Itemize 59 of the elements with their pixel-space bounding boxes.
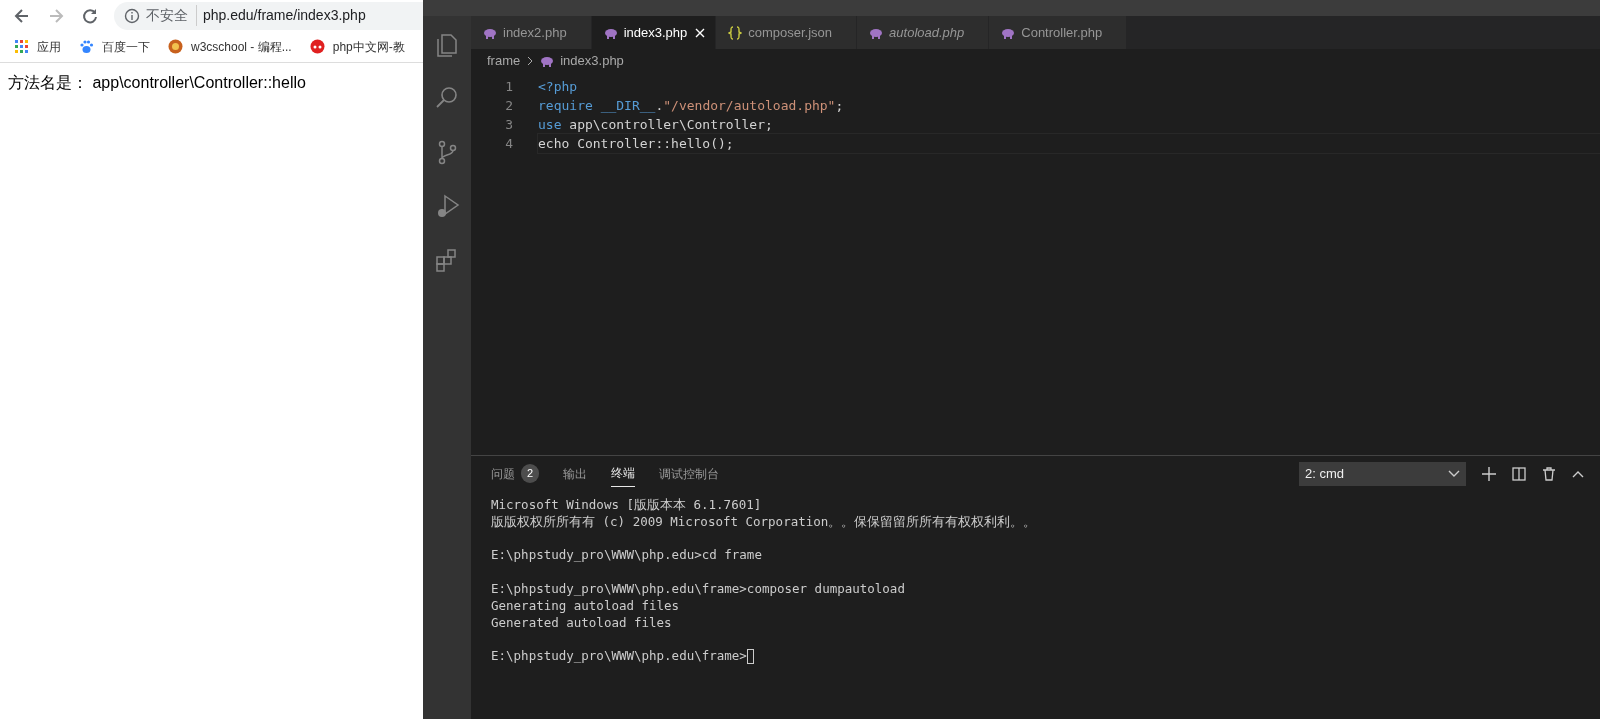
plus-icon[interactable] (1482, 466, 1496, 481)
terminal-line: 版版权权所所有有 (c) 2009 Microsoft Corporation。。保保留留所所有有权权利利。。 (491, 513, 1037, 529)
trash-icon[interactable] (1542, 466, 1556, 481)
terminal-line: Generated autoload files (491, 614, 672, 630)
paw-icon (79, 39, 94, 54)
php-icon (309, 39, 325, 54)
chevron-icon (526, 56, 535, 66)
code-line: use app\controller\Controller; (538, 115, 773, 134)
split-icon[interactable] (1512, 466, 1526, 481)
terminal-line: E:\phpstudy_pro\WWW\php.edu\frame> (491, 648, 747, 664)
editor-tab[interactable]: index3.php (591, 16, 717, 49)
elephant-icon (603, 26, 618, 39)
line-number: 2 (504, 96, 514, 115)
editor-tab[interactable]: index2.php (471, 16, 592, 49)
bookmark[interactable]: w3cschool - 编程... (168, 37, 292, 56)
tab-label: Controller.php (1021, 23, 1103, 42)
terminal-line: Microsoft Windows [版版本本 6.1.7601] (491, 497, 762, 512)
panel-tab[interactable]: 输出 (563, 460, 588, 487)
braces-icon (728, 25, 743, 40)
bookmark[interactable]: 百度一下 (79, 37, 150, 56)
url-text: php.edu/frame/index3.php (203, 6, 366, 25)
terminal-line: E:\phpstudy_pro\WWW\php.edu\frame>composer dumpautoload (491, 581, 905, 596)
terminal-line: E:\phpstudy_pro\WWW\php.edu>cd frame (491, 547, 762, 563)
line-number: 3 (504, 115, 514, 134)
cursor (746, 649, 754, 665)
line-number: 1 (504, 77, 514, 96)
panel-tab[interactable]: 终端 (611, 460, 636, 487)
bookmark[interactable]: php中文网-教 (309, 37, 405, 56)
chevron-down-icon (1448, 469, 1460, 478)
elephant-icon (869, 26, 884, 39)
panel-tab[interactable]: 调试控制台 (659, 460, 720, 487)
breadcrumb-item[interactable]: frame (487, 51, 521, 71)
tab-label: index2.php (503, 23, 567, 42)
editor-tab[interactable]: composer.json (716, 16, 858, 49)
panel-tab[interactable]: 问题 2 (491, 460, 540, 487)
terminal-line: Generating autoload files (491, 597, 680, 613)
count-badge: 2 (521, 464, 540, 483)
tab-label: autoload.php (889, 23, 965, 42)
elephant-icon (540, 55, 555, 67)
code-line: <?php (538, 77, 578, 96)
tab-label: index3.php (623, 23, 688, 42)
code-line: echo Controller::hello(); (538, 133, 1600, 154)
code-line: require __DIR__."/vendor/autoload.php"; (538, 96, 844, 115)
editor-tab[interactable]: autoload.php (857, 16, 990, 49)
chevron-up-icon[interactable] (1572, 469, 1584, 478)
breadcrumb-item[interactable]: index3.php (560, 51, 624, 71)
terminal-select[interactable]: 2: cmd (1299, 461, 1466, 486)
address-bar[interactable]: 不安全 php.edu/frame/index3.php (114, 1, 423, 30)
tab-label: composer.json (748, 23, 833, 42)
line-number: 4 (504, 134, 514, 153)
elephant-icon (1001, 26, 1016, 39)
bookmark[interactable]: 应用 (14, 37, 61, 56)
elephant-icon (483, 26, 497, 39)
editor-tab[interactable]: Controller.php (989, 16, 1128, 49)
apps-icon (14, 39, 29, 54)
security-label: 不安全 (146, 5, 197, 26)
page-text: 方法名是： app\controller\Controller::hello (7, 73, 307, 93)
info-icon (124, 7, 140, 24)
flower-icon (168, 39, 183, 54)
